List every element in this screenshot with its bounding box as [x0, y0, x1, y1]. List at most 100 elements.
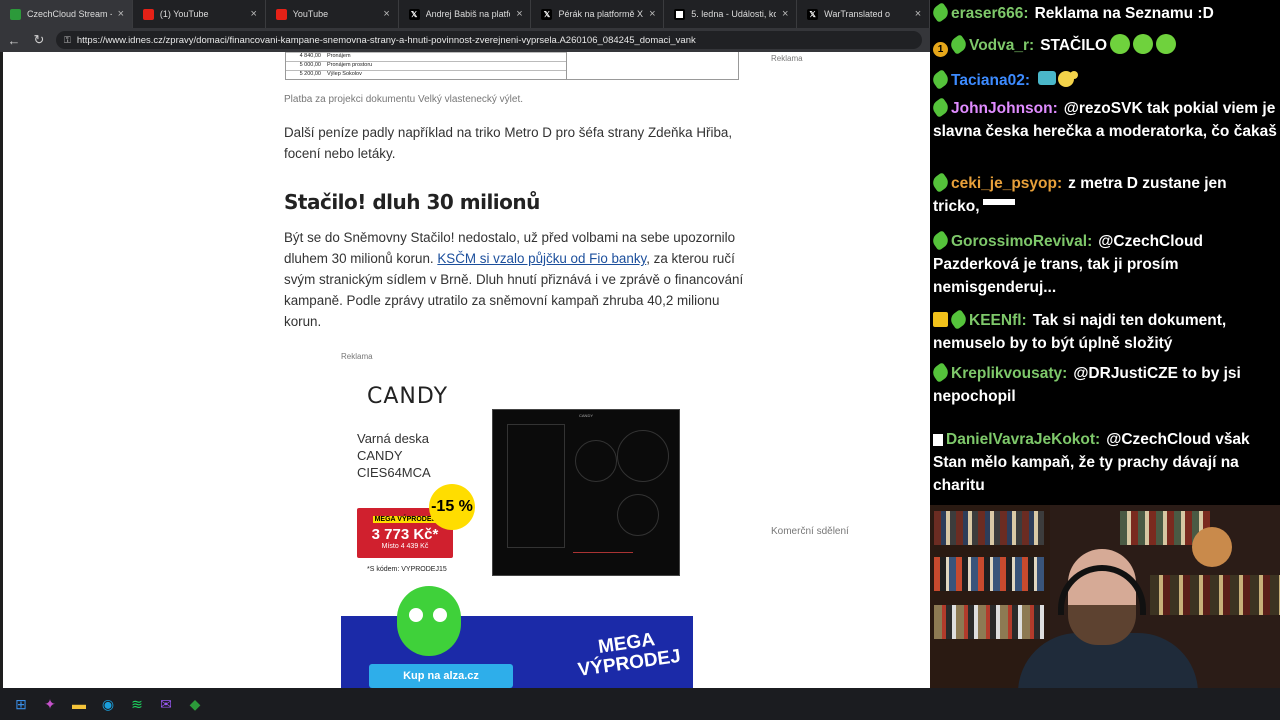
- chat-message: Kreplikvousaty: @DRJustiCZE to by jsi nep…: [930, 362, 1277, 408]
- alza-ad-banner[interactable]: Kup na alza.cz MEGA VÝPRODEJ: [341, 586, 693, 688]
- green-badge-icon: [930, 2, 951, 23]
- stream-chat: eraser666: Reklama na Seznamu :D 1 Vodva_r:…: [930, 0, 1280, 505]
- green-badge-icon: [930, 97, 951, 118]
- side-ad-label: Reklama: [771, 54, 803, 63]
- chat-username[interactable]: ceki_je_psyop:: [951, 175, 1062, 192]
- close-tab-icon[interactable]: ×: [116, 8, 126, 20]
- close-tab-icon[interactable]: ×: [913, 8, 923, 20]
- chat-message: Taciana02:: [930, 67, 1277, 92]
- article-page: 4 840,00 Pronájem 5 000,00 Pronájem prosto…: [0, 52, 930, 688]
- url-text: https://www.idnes.cz/zpravy/domaci/finan…: [76, 34, 696, 46]
- browser-tab[interactable]: YouTube ×: [266, 0, 399, 28]
- app-icon[interactable]: ◆: [184, 693, 206, 715]
- commercial-label: Komerční sdělení: [771, 526, 849, 537]
- chat-username[interactable]: KEENfl:: [969, 312, 1027, 329]
- emote-icon: [1110, 34, 1131, 54]
- browser-tab[interactable]: 5. ledna - Události, komentá ×: [664, 0, 798, 28]
- close-tab-icon[interactable]: ×: [382, 8, 392, 20]
- emote-icon: [1156, 34, 1177, 54]
- price: 3 773 Kč*: [371, 526, 439, 543]
- close-tab-icon[interactable]: ×: [249, 8, 259, 20]
- emote-icon: [982, 199, 1015, 205]
- chat-username[interactable]: JohnJohnson:: [951, 100, 1058, 117]
- site-info-icon[interactable]: ⚿: [64, 35, 71, 46]
- ad-label: Reklama: [341, 352, 373, 361]
- tab-strip: CzechCloud Stream - Watch L × (1) YouTube ×…: [0, 0, 931, 28]
- receipt-image: 4 840,00 Pronájem 5 000,00 Pronájem prosto…: [285, 52, 739, 80]
- x-icon: 𝕏: [807, 8, 819, 20]
- copilot-icon[interactable]: ✦: [39, 693, 61, 715]
- tab-label: Pérák na platformě X: „Kvíz! P: [558, 9, 643, 19]
- tab-label: (1) YouTube: [159, 9, 209, 19]
- spotify-icon[interactable]: ≋: [126, 693, 148, 715]
- chat-username[interactable]: eraser666:: [951, 5, 1029, 22]
- green-badge-icon: [948, 309, 969, 330]
- receipt-row: 5 000,00 Pronájem prostoru: [286, 61, 566, 70]
- chat-username[interactable]: DanielVavraJeKokot:: [946, 431, 1100, 448]
- close-tab-icon[interactable]: ×: [514, 8, 524, 20]
- taskbar: ⊞ ✦ ▬ ◉ ≋ ✉ ◆: [0, 688, 1280, 720]
- browser-tab[interactable]: CzechCloud Stream - Watch L ×: [0, 0, 133, 28]
- chat-username[interactable]: Vodva_r:: [969, 37, 1034, 54]
- address-bar: ← ↻ ⚿ https://www.idnes.cz/zpravy/domaci…: [0, 28, 930, 52]
- edge-icon[interactable]: ◉: [97, 693, 119, 715]
- section-heading: Stačilo! dluh 30 milionů: [284, 190, 540, 214]
- chat-message: DanielVavraJeKokot: @CzechCloud však Stan…: [933, 428, 1277, 497]
- tab-label: 5. ledna - Události, komentá: [691, 9, 776, 19]
- windows-start-icon[interactable]: ⊞: [10, 693, 32, 715]
- image-caption: Platba za projekci dokumentu Velký vlast…: [284, 94, 524, 105]
- tab-label: YouTube: [292, 9, 329, 19]
- close-tab-icon[interactable]: ×: [647, 8, 657, 20]
- chat-username[interactable]: Taciana02:: [951, 72, 1030, 89]
- browser-tab[interactable]: (1) YouTube ×: [133, 0, 266, 28]
- chat-message: eraser666: Reklama na Seznamu :D: [930, 2, 1277, 25]
- url-field[interactable]: ⚿ https://www.idnes.cz/zpravy/domaci/fin…: [56, 31, 922, 49]
- chat-message: JohnJohnson: @rezoSVK tak pokial viem je …: [930, 97, 1277, 143]
- file-explorer-icon[interactable]: ▬: [68, 693, 90, 715]
- ct-icon: [674, 8, 686, 20]
- browser-tab[interactable]: 𝕏 WarTranslated o ×: [797, 0, 931, 28]
- candy-logo: CANDY: [367, 384, 449, 409]
- receipt-row: 4 840,00 Pronájem: [286, 52, 566, 61]
- gold-badge-icon: 1: [933, 42, 948, 57]
- youtube-icon: [275, 8, 287, 20]
- green-badge-icon: [930, 362, 951, 383]
- browser-tab[interactable]: 𝕏 Andrej Babiš na platformě X:×: [399, 0, 532, 28]
- fio-loan-link[interactable]: KSČM si vzalo půjčku od Fio banky: [437, 251, 646, 266]
- chat-username[interactable]: GorossimoRevival:: [951, 233, 1092, 250]
- chat-message: GorossimoRevival: @CzechCloud Pazderková …: [930, 230, 1277, 299]
- product-description: Varná deska CANDY CIES64MCA: [357, 431, 431, 480]
- reload-button[interactable]: ↻: [28, 29, 50, 51]
- old-price: Místo 4 439 Kč: [381, 543, 429, 550]
- green-badge-icon: [930, 230, 951, 251]
- alza-cta-button[interactable]: Kup na alza.cz: [369, 664, 513, 688]
- chat-text: STAČILO: [1040, 37, 1108, 54]
- emote-icon: [1133, 34, 1154, 54]
- youtube-icon: [142, 8, 154, 20]
- webcam-feed: [930, 505, 1280, 688]
- browser-tab[interactable]: 𝕏 Pérák na platformě X: „Kvíz! P ×: [531, 0, 665, 28]
- messenger-icon[interactable]: ✉: [155, 693, 177, 715]
- green-badge-icon: [930, 69, 951, 90]
- receipt-row: 5 200,00 Výlep Sokolov: [286, 70, 566, 79]
- x-icon: 𝕏: [541, 8, 553, 20]
- sale-label: MEGA VÝPRODEJ: [372, 516, 438, 523]
- article-paragraph: Být se do Sněmovny Stačilo! nedostalo, u…: [284, 230, 744, 329]
- close-tab-icon[interactable]: ×: [780, 8, 790, 20]
- crown-badge-icon: [933, 312, 948, 327]
- chat-message: ceki_je_psyop: z metra D zustane jen tric…: [930, 172, 1277, 218]
- emote-icon: [1036, 67, 1080, 89]
- green-badge-icon: [930, 172, 951, 193]
- chat-text: Reklama na Seznamu :D: [1034, 5, 1214, 22]
- tab-label: WarTranslated o: [824, 9, 891, 19]
- alza-mascot: [397, 586, 461, 656]
- article-paragraph: Další peníze padly například na triko Me…: [284, 125, 733, 161]
- czechcloud-icon: [10, 8, 21, 20]
- back-button[interactable]: ←: [3, 29, 25, 51]
- chat-username[interactable]: Kreplikvousaty:: [951, 365, 1067, 382]
- chat-message: KEENfl: Tak si najdi ten dokument, nemuse…: [933, 309, 1277, 355]
- candy-ad-banner[interactable]: CANDY Varná deska CANDY CIES64MCA MEGA V…: [341, 370, 693, 584]
- broken-badge-icon: [933, 434, 943, 446]
- discount-badge: -15 %: [429, 484, 475, 530]
- globe-decoration: [1192, 527, 1232, 567]
